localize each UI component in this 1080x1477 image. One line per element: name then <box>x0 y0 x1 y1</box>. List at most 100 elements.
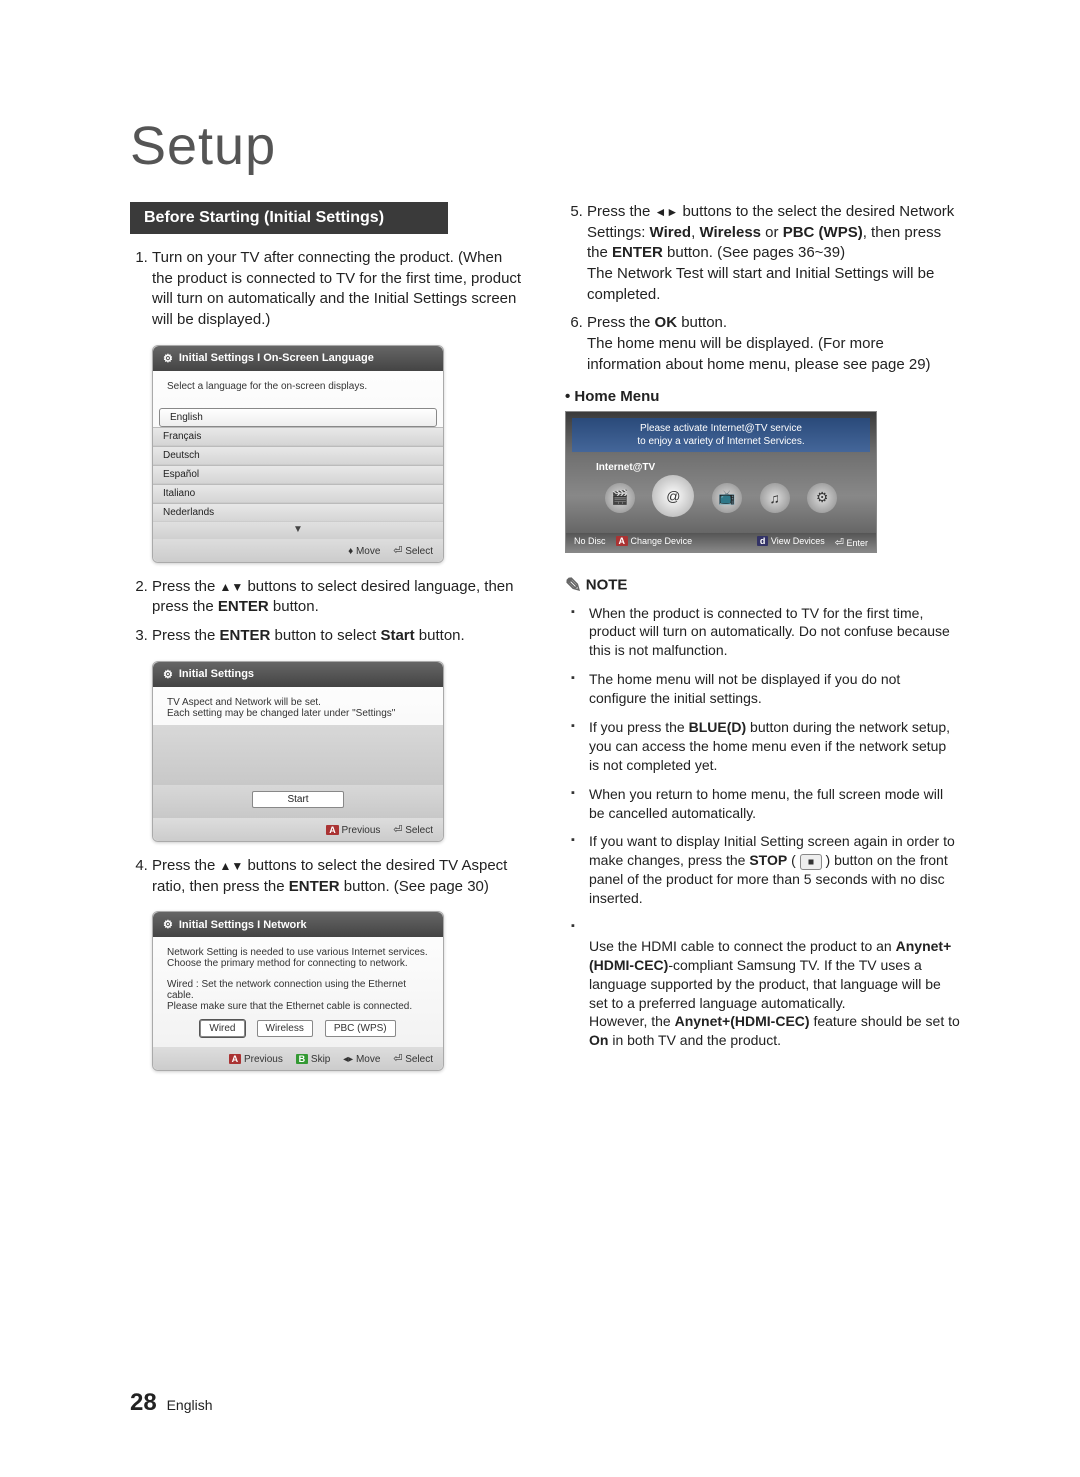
steps-4: Press the ▲▼ buttons to select the desir… <box>130 856 525 897</box>
net-line1: Network Setting is needed to use various… <box>167 947 429 958</box>
previous-hint: A Previous <box>326 825 380 836</box>
tv-footer: A Previous ⏎ Select <box>153 818 443 841</box>
note-header: ✎NOTE <box>565 573 960 598</box>
two-column-layout: Before Starting (Initial Settings) Turn … <box>130 202 960 1085</box>
leftright-icon: ◂▸ <box>343 1054 353 1065</box>
previous-hint: A Previous <box>229 1054 283 1065</box>
change-device: A Change Device <box>616 536 693 549</box>
net-line2: Choose the primary method for connecting… <box>167 958 429 969</box>
tv-header: ⚙ Initial Settings <box>153 662 443 687</box>
enter-hint: ⏎ Enter <box>835 536 868 549</box>
enter-icon: ⏎ <box>393 824 402 836</box>
wired-button: Wired <box>200 1020 244 1037</box>
note-4: When you return to home menu, the full s… <box>589 785 960 823</box>
badge-a-icon: A <box>326 825 339 835</box>
move-hint: ◂▸ Move <box>343 1054 380 1065</box>
right-column: Press the ◄► buttons to the select the d… <box>565 202 960 1085</box>
page-footer: 28 English <box>130 1389 213 1417</box>
gear-icon: ⚙ <box>163 918 173 931</box>
step-1: Turn on your TV after connecting the pro… <box>152 248 525 331</box>
page-number: 28 <box>130 1389 157 1416</box>
wireless-button: Wireless <box>257 1020 313 1037</box>
start-button: Start <box>252 791 344 808</box>
home-icons: 🎬 @ 📺 ♫ ⚙ <box>566 473 876 533</box>
left-column: Before Starting (Initial Settings) Turn … <box>130 202 525 1085</box>
step-3: Press the ENTER button to select Start b… <box>152 626 525 647</box>
enter-icon: ⏎ <box>393 545 402 557</box>
leftright-arrows-icon: ◄► <box>655 205 679 219</box>
lang-francais: Français <box>153 427 443 446</box>
section-header: Before Starting (Initial Settings) <box>130 202 448 234</box>
home-icon-2: 📺 <box>712 483 742 513</box>
note-hand-icon: ✎ <box>565 575 582 597</box>
badge-d-icon: d <box>757 536 769 546</box>
tv-footer: ♦ Move ⏎ Select <box>153 539 443 562</box>
gear-icon: ⚙ <box>163 352 173 365</box>
notes-list: When the product is connected to TV for … <box>565 604 960 1051</box>
home-icon-3: ♫ <box>760 483 790 513</box>
start-line2: Each setting may be changed later under … <box>167 708 429 719</box>
badge-a-icon: A <box>616 536 629 546</box>
view-devices: d View Devices <box>757 536 825 549</box>
net-line4: Please make sure that the Ethernet cable… <box>167 1001 429 1012</box>
select-hint: ⏎ Select <box>393 1052 433 1065</box>
note-6: Use the HDMI cable to connect the produc… <box>589 918 960 1050</box>
language-prompt: Select a language for the on-screen disp… <box>167 381 429 392</box>
tv-header: ⚙ Initial Settings I Network <box>153 912 443 937</box>
chevron-down-icon: ▼ <box>153 522 443 539</box>
enter-icon: ⏎ <box>835 537 844 549</box>
enter-icon: ⏎ <box>393 1053 402 1065</box>
home-footer: No Disc A Change Device d View Devices ⏎… <box>566 533 876 552</box>
step-6: Press the OK button. The home menu will … <box>587 313 960 375</box>
select-hint: ⏎ Select <box>393 823 433 836</box>
tv-footer: A Previous B Skip ◂▸ Move ⏎ Select <box>153 1047 443 1070</box>
start-line1: TV Aspect and Network will be set. <box>167 697 429 708</box>
tv-header: ⚙ Initial Settings I On-Screen Language <box>153 346 443 371</box>
move-hint: ♦ Move <box>348 546 380 557</box>
note-1: When the product is connected to TV for … <box>589 604 960 661</box>
note-2: The home menu will not be displayed if y… <box>589 670 960 708</box>
pbc-button: PBC (WPS) <box>325 1020 396 1037</box>
tv-body: Select a language for the on-screen disp… <box>153 371 443 406</box>
badge-a-icon: A <box>229 1054 242 1064</box>
note-3: If you press the BLUE(D) button during t… <box>589 718 960 775</box>
home-banner: Please activate Internet@TV service to e… <box>572 418 870 452</box>
lang-nederlands: Nederlands <box>153 503 443 522</box>
skip-hint: B Skip <box>296 1054 331 1065</box>
step-5: Press the ◄► buttons to the select the d… <box>587 202 960 305</box>
network-settings-screenshot: ⚙ Initial Settings I Network Network Set… <box>152 911 444 1071</box>
badge-b-icon: B <box>296 1054 309 1064</box>
tv-body: TV Aspect and Network will be set. Each … <box>153 687 443 725</box>
lang-italiano: Italiano <box>153 484 443 503</box>
step-4: Press the ▲▼ buttons to select the desir… <box>152 856 525 897</box>
updown-icon: ♦ <box>348 546 353 557</box>
stop-icon <box>800 854 822 870</box>
note-5: If you want to display Initial Setting s… <box>589 832 960 908</box>
no-disc: No Disc <box>574 536 606 549</box>
tv-body: Network Setting is needed to use various… <box>153 937 443 1047</box>
start-area <box>153 725 443 785</box>
steps-list-left: Turn on your TV after connecting the pro… <box>130 248 525 331</box>
updown-arrows-icon: ▲▼ <box>220 859 244 873</box>
footer-language: English <box>167 1397 213 1413</box>
language-select-screenshot: ⚙ Initial Settings I On-Screen Language … <box>152 345 444 563</box>
net-line3: Wired : Set the network connection using… <box>167 979 429 1001</box>
gear-icon: ⚙ <box>163 668 173 681</box>
lang-deutsch: Deutsch <box>153 446 443 465</box>
home-icon-main: @ <box>652 475 694 517</box>
lang-english: English <box>159 408 437 427</box>
internet-tv-label: Internet@TV <box>596 462 876 473</box>
network-buttons: Wired Wireless PBC (WPS) <box>167 1020 429 1037</box>
initial-settings-screenshot: ⚙ Initial Settings TV Aspect and Network… <box>152 661 444 842</box>
updown-arrows-icon: ▲▼ <box>220 580 244 594</box>
home-icon-4: ⚙ <box>807 483 837 513</box>
home-menu-screenshot: Please activate Internet@TV service to e… <box>565 411 877 553</box>
manual-page: Setup Before Starting (Initial Settings)… <box>0 0 1080 1477</box>
home-icon-1: 🎬 <box>605 483 635 513</box>
steps-5-6: Press the ◄► buttons to the select the d… <box>565 202 960 376</box>
page-title: Setup <box>130 115 960 177</box>
lang-espanol: Español <box>153 465 443 484</box>
select-hint: ⏎ Select <box>393 544 433 557</box>
step-2: Press the ▲▼ buttons to select desired l… <box>152 577 525 618</box>
home-menu-label: Home Menu <box>565 388 960 405</box>
